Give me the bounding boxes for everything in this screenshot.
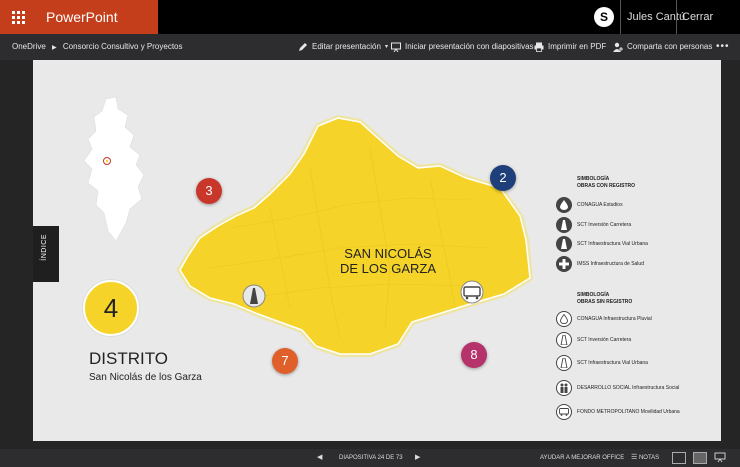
legend-item: SCT Infraestructura Vial Urbana [556,355,648,371]
legend-item-label: FONDO METROPOLITANO Movilidad Urbana [577,409,680,415]
edit-presentation-button[interactable]: Editar presentación ▾ [298,34,388,60]
legend-item: IMSS Infraestructura de Salud [556,256,644,272]
command-bar: OneDrive ▶ Consorcio Consultivo y Proyec… [0,34,740,60]
legend-registered-title: SIMBOLOGÍA OBRAS CON REGISTRO [577,176,635,190]
legend-item-label: SCT Inversión Carretera [577,337,632,343]
bus-icon[interactable] [460,280,484,304]
medical-cross-icon [556,256,572,272]
bus-icon [556,404,572,420]
previous-slide-icon[interactable]: ◀ [317,449,322,467]
index-tab-label: ÍNDICE [41,234,48,261]
road-icon [556,355,572,371]
breadcrumb-separator-icon: ▶ [52,45,57,51]
start-slideshow-button[interactable]: Iniciar presentación con diapositivas [391,34,534,60]
help-improve-office-link[interactable]: AYUDAR A MEJORAR OFFICE [540,449,624,467]
legend-unregistered-title-line2: OBRAS SIN REGISTRO [577,299,633,305]
marker-2[interactable]: 2 [490,165,516,191]
share-label: Comparta con personas [627,42,713,51]
top-bar: PowerPoint Online S Jules Cantú Cerrar s… [0,0,740,59]
state-map-icon [83,96,145,242]
waffle-icon [11,10,25,24]
printer-icon [534,42,544,52]
road-icon[interactable] [242,284,266,308]
legend-item-label: IMSS Infraestructura de Salud [577,261,644,267]
breadcrumb: OneDrive ▶ Consorcio Consultivo y Proyec… [12,34,183,61]
sign-out-link[interactable]: Cerrar sesión [676,0,740,57]
share-button[interactable]: Comparta con personas [613,34,712,60]
legend-item: FONDO METROPOLITANO Movilidad Urbana [556,404,680,420]
municipality-map [177,115,533,357]
app-name[interactable]: PowerPoint Online [36,0,158,59]
legend-item: SCT Infraestructura Vial Urbana [556,236,648,252]
legend-item-label: DESARROLLO SOCIAL Infraestructura Social [577,385,680,391]
app-launcher-button[interactable] [0,0,36,34]
more-options-icon[interactable]: ••• [716,34,730,60]
start-slideshow-label: Iniciar presentación con diapositivas [405,42,534,51]
notes-icon: ☰ [631,454,638,461]
chevron-down-icon: ▾ [384,44,388,50]
legend-item: DESARROLLO SOCIAL Infraestructura Social [556,380,679,396]
legend-item-label: SCT Inversión Carretera [577,222,632,228]
next-slide-icon[interactable]: ▶ [415,449,420,467]
reading-view-icon[interactable] [693,452,707,464]
legend-item: CONAGUA Estudios [556,197,623,213]
marker-8[interactable]: 8 [461,342,487,368]
print-pdf-label: Imprimir en PDF [548,42,607,51]
marker-3[interactable]: 3 [196,178,222,204]
road-icon [556,217,572,233]
notes-label: NOTAS [638,455,660,461]
legend-registered-title-line2: OBRAS CON REGISTRO [577,183,636,189]
slideshow-view-icon[interactable] [714,452,728,464]
slideshow-icon [391,42,401,52]
people-icon [556,380,572,396]
skype-icon[interactable]: S [594,7,614,27]
pencil-icon [299,43,307,51]
breadcrumb-document[interactable]: Consorcio Consultivo y Proyectos [63,34,183,60]
district-name: San Nicolás de los Garza [89,372,202,383]
legend-unregistered-title: SIMBOLOGÍA OBRAS SIN REGISTRO [577,292,632,306]
notes-button[interactable]: ☰ NOTAS [631,449,659,467]
edit-presentation-label: Editar presentación [312,42,381,51]
map-label: SAN NICOLÁS DE LOS GARZA [330,246,446,276]
legend-unregistered-title-line1: SIMBOLOGÍA [577,292,610,298]
legend-item: SCT Inversión Carretera [556,332,631,348]
district-title: DISTRITO [89,349,169,368]
road-icon [556,236,572,252]
map-label-line2: DE LOS GARZA [339,261,437,276]
legend-item: CONAGUA Infraestructura Pluvial [556,311,652,327]
water-drop-icon [556,311,572,327]
water-drop-icon [556,197,572,213]
district-number-badge: 4 [83,280,139,336]
normal-view-icon[interactable] [672,452,686,464]
breadcrumb-onedrive[interactable]: OneDrive [12,34,46,60]
legend-item-label: CONAGUA Estudios [577,202,623,208]
app-window: PowerPoint Online S Jules Cantú Cerrar s… [0,0,740,467]
status-bar: ◀ DIAPOSITIVA 24 DE 73 ▶ AYUDAR A MEJORA… [0,449,740,467]
legend-item: SCT Inversión Carretera [556,217,631,233]
map-label-line1: SAN NICOLÁS [344,246,432,261]
legend-item-label: SCT Infraestructura Vial Urbana [577,360,648,366]
legend-item-label: CONAGUA Infraestructura Pluvial [577,316,652,322]
legend-item-label: SCT Infraestructura Vial Urbana [577,241,648,247]
marker-7[interactable]: 7 [272,348,298,374]
print-pdf-button[interactable]: Imprimir en PDF [534,34,606,60]
road-icon [556,332,572,348]
legend-registered-title-line1: SIMBOLOGÍA [577,176,610,182]
slide-counter: DIAPOSITIVA 24 DE 73 [339,455,403,461]
index-tab[interactable]: ÍNDICE [33,226,59,282]
person-add-icon [613,42,623,52]
